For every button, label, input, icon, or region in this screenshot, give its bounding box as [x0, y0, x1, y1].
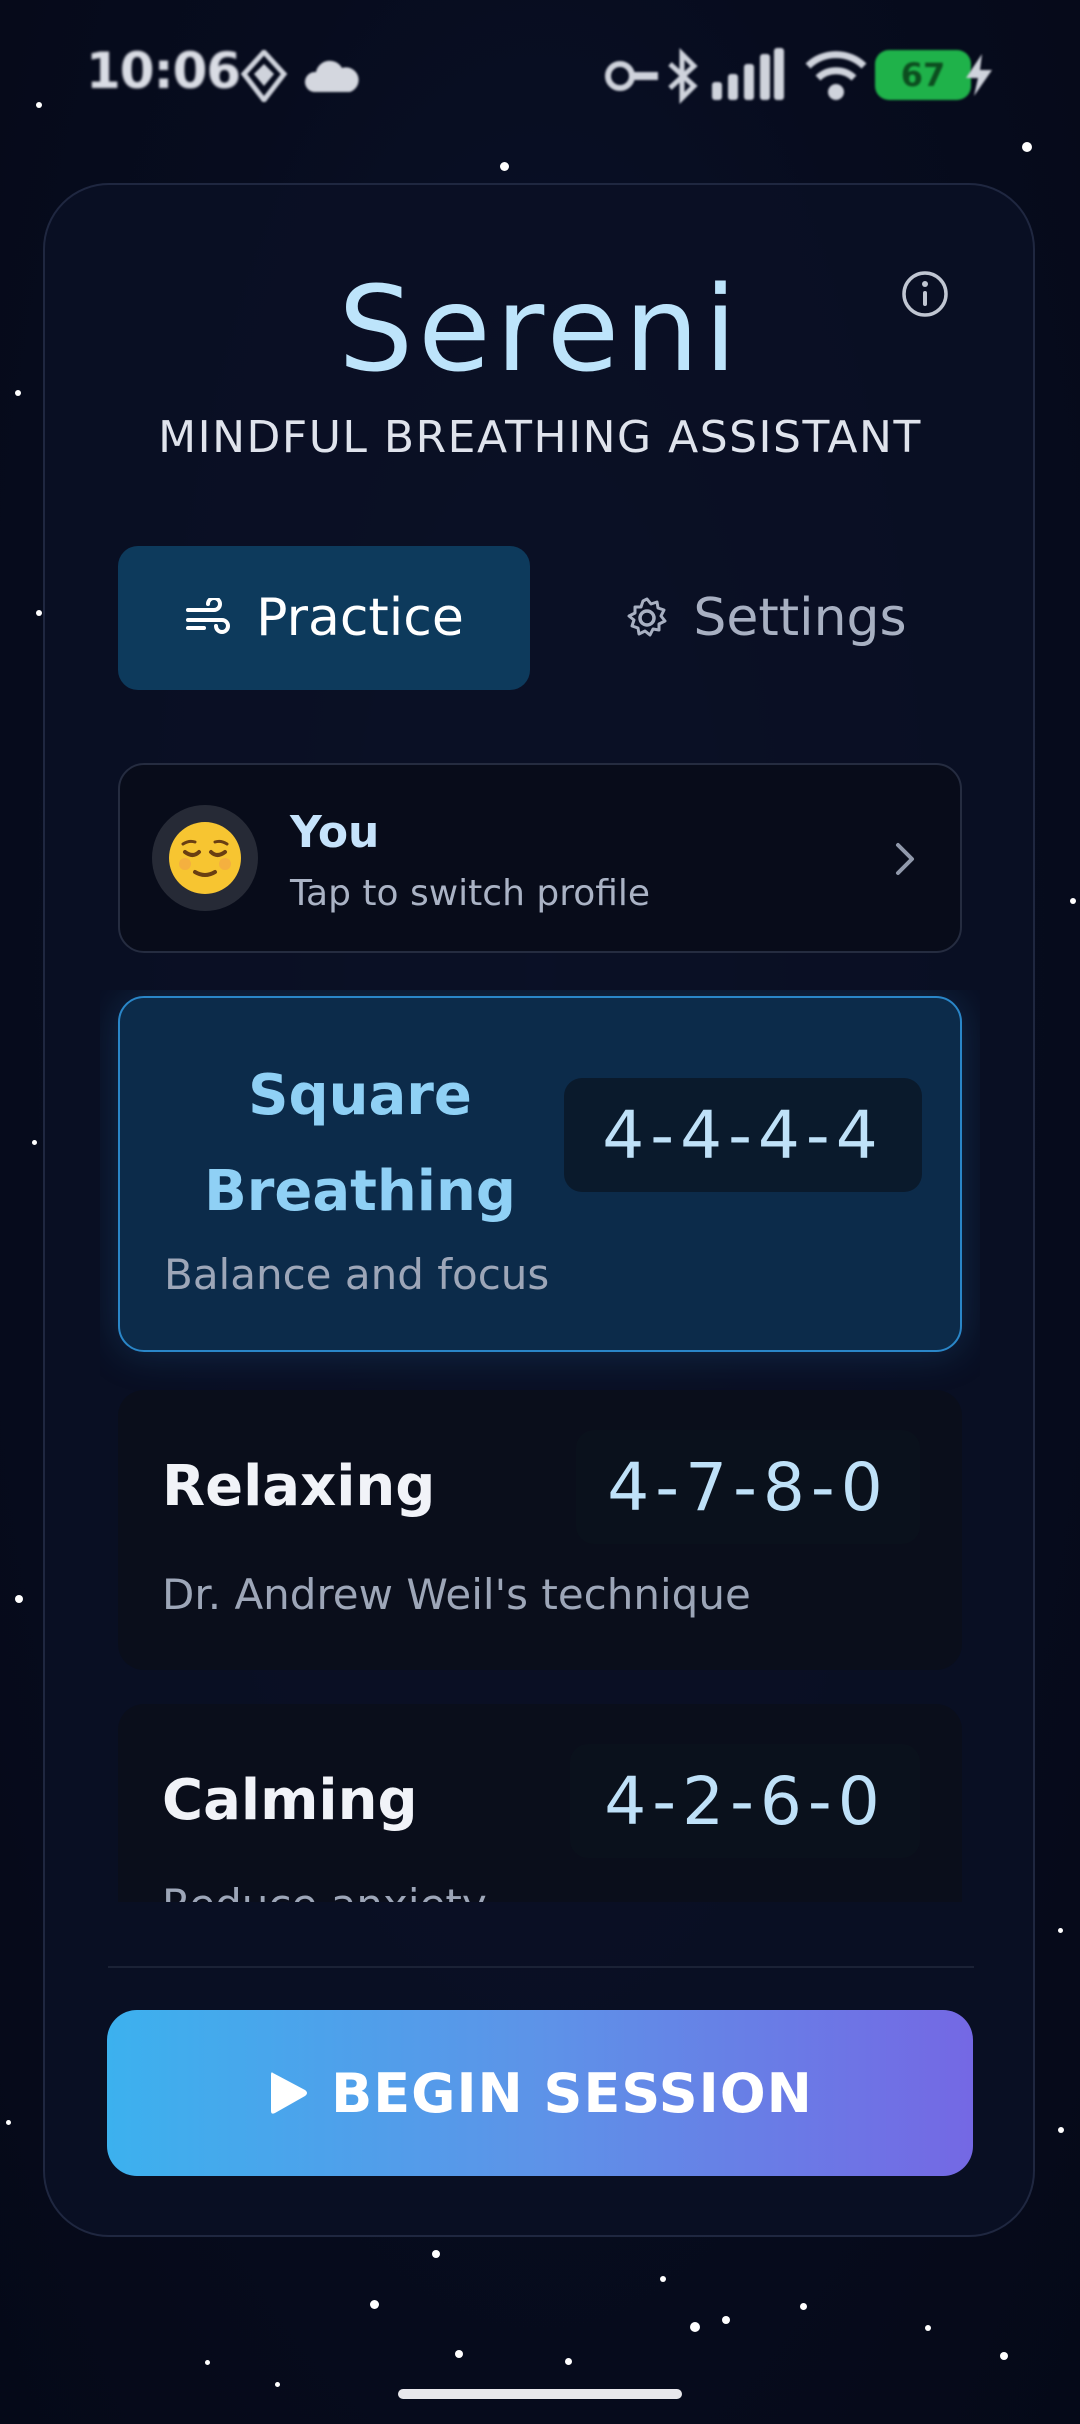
- profile-name: You: [290, 807, 380, 858]
- status-time: 10:06: [86, 42, 241, 100]
- play-icon: [271, 2072, 308, 2114]
- tab-practice[interactable]: Practice: [118, 546, 530, 690]
- screen: 10:06 67 Sereni MINDFUL BREATHING ASSIST…: [0, 0, 1080, 2424]
- app-notification-icon: [240, 50, 288, 102]
- technique-card-relaxing[interactable]: Relaxing 4-7-8-0 Dr. Andrew Weil's techn…: [118, 1390, 962, 1670]
- chevron-right-icon: [896, 843, 914, 875]
- tab-practice-label: Practice: [256, 588, 464, 648]
- technique-list[interactable]: Square Breathing 4-4-4-4 Balance and foc…: [100, 990, 980, 1902]
- profile-switcher[interactable]: You Tap to switch profile: [118, 763, 962, 953]
- profile-hint: Tap to switch profile: [290, 873, 651, 914]
- battery-level: 67: [900, 56, 946, 94]
- charging-icon: [966, 54, 992, 96]
- divider: [108, 1966, 974, 1968]
- technique-name: Relaxing: [162, 1454, 436, 1519]
- signal-icon: [712, 48, 784, 100]
- tab-settings-label: Settings: [693, 588, 907, 648]
- begin-session-label: BEGIN SESSION: [331, 2061, 813, 2125]
- technique-name: Calming: [162, 1768, 418, 1833]
- technique-description: Balance and focus: [164, 1250, 550, 1299]
- bluetooth-icon: [668, 48, 698, 104]
- key-icon: [605, 61, 658, 91]
- technique-name: Square Breathing: [204, 1063, 516, 1224]
- wifi-icon: [805, 51, 867, 100]
- info-icon: [902, 271, 948, 317]
- status-bar: 10:06 67: [0, 0, 1080, 150]
- cloud-icon: [304, 60, 359, 92]
- battery-icon: 67: [875, 50, 971, 100]
- technique-description: Dr. Andrew Weil's technique: [162, 1570, 751, 1619]
- technique-description: Reduce anxiety: [162, 1880, 487, 1902]
- info-button[interactable]: [900, 269, 950, 319]
- gear-icon: [627, 597, 667, 637]
- technique-pattern: 4-2-6-0: [570, 1744, 920, 1858]
- technique-pattern: 4-7-8-0: [576, 1430, 920, 1544]
- technique-card-calming[interactable]: Calming 4-2-6-0 Reduce anxiety: [118, 1704, 962, 1902]
- relieved-face-icon: [169, 822, 241, 894]
- technique-card-square-breathing[interactable]: Square Breathing 4-4-4-4 Balance and foc…: [118, 996, 962, 1352]
- app-subtitle: MINDFUL BREATHING ASSISTANT: [158, 412, 922, 463]
- begin-session-button[interactable]: BEGIN SESSION: [107, 2010, 973, 2176]
- wind-icon: [186, 598, 231, 634]
- avatar: [152, 805, 258, 911]
- technique-pattern: 4-4-4-4: [564, 1078, 922, 1192]
- home-indicator[interactable]: [398, 2389, 682, 2399]
- tab-settings[interactable]: Settings: [560, 546, 972, 690]
